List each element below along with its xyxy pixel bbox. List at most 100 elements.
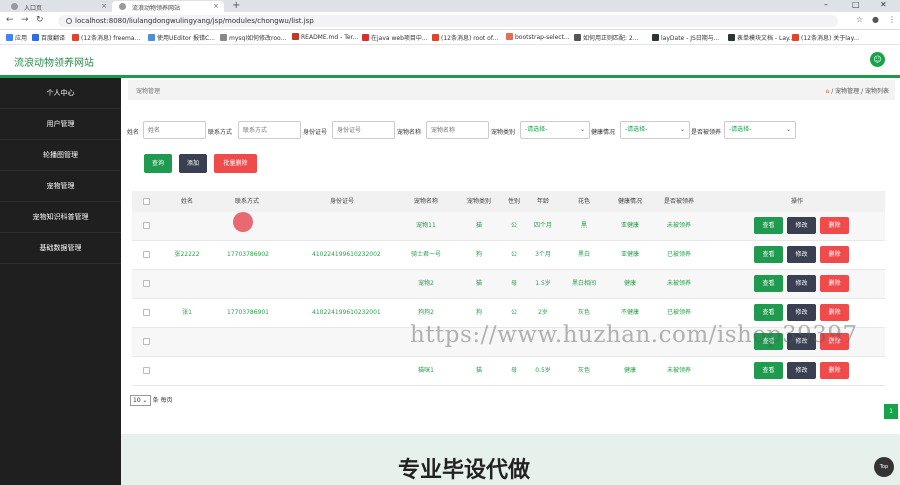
bookmark-item[interactable]: 在java web项目中... bbox=[362, 33, 428, 42]
sidebar-item-users[interactable]: 用户管理 bbox=[0, 109, 121, 140]
star-icon[interactable]: ☆ bbox=[856, 15, 863, 24]
sidebar-item-basic-data[interactable]: 基础数据管理 bbox=[0, 233, 121, 264]
bookmark-icon bbox=[72, 34, 79, 41]
sidebar-item-label: 基础数据管理 bbox=[39, 244, 82, 252]
profile-icon[interactable]: ● bbox=[872, 15, 879, 24]
view-button[interactable]: 查看 bbox=[754, 217, 783, 234]
adopted-select[interactable]: -请选择- ⌄ bbox=[724, 121, 796, 139]
delete-button[interactable]: 删除 bbox=[820, 304, 849, 321]
name-input[interactable] bbox=[143, 121, 206, 139]
bookmark-item[interactable]: 如何用正则匹配: 2... bbox=[574, 33, 638, 42]
new-tab-button[interactable]: + bbox=[232, 0, 240, 11]
edit-button[interactable]: 修改 bbox=[787, 362, 816, 379]
address-bar-row: ← → ↻ localhost:8080/liulangdongwulingya… bbox=[0, 12, 900, 30]
info-icon[interactable] bbox=[66, 18, 72, 24]
batch-delete-button[interactable]: 批量删除 bbox=[214, 154, 257, 173]
forward-icon[interactable]: → bbox=[21, 15, 29, 25]
health-select[interactable]: -请选择- ⌄ bbox=[620, 121, 690, 139]
cell-sex: 母 bbox=[510, 280, 517, 287]
bookmark-item[interactable]: 百度翻译 bbox=[32, 33, 65, 42]
sidebar-item-pets[interactable]: 宠物管理 bbox=[0, 171, 121, 202]
row-checkbox[interactable] bbox=[143, 338, 150, 345]
bookmark-icon bbox=[292, 33, 299, 40]
edit-button[interactable]: 修改 bbox=[787, 217, 816, 234]
view-button[interactable]: 查看 bbox=[754, 246, 783, 263]
sidebar-item-carousel[interactable]: 轮播图管理 bbox=[0, 140, 121, 171]
cell-pet-name: 宠物11 bbox=[416, 222, 436, 229]
view-button[interactable]: 查看 bbox=[754, 304, 783, 321]
row-checkbox[interactable] bbox=[143, 367, 150, 374]
bookmark-item[interactable]: 使用UEditor 报错C... bbox=[148, 33, 215, 42]
promo-banner: 专业毕设代做 Top bbox=[121, 434, 900, 485]
bookmark-label: (12条消息) root of... bbox=[441, 35, 499, 42]
url-field[interactable]: localhost:8080/liulangdongwulingyang/jsp… bbox=[58, 15, 838, 27]
search-button[interactable]: 查询 bbox=[144, 154, 172, 173]
edit-button[interactable]: 修改 bbox=[787, 246, 816, 263]
sidebar-item-profile[interactable]: 个人中心 bbox=[0, 78, 121, 109]
row-checkbox[interactable] bbox=[143, 309, 150, 316]
page-size-select[interactable]: 10 ⌄ bbox=[130, 395, 151, 406]
view-button[interactable]: 查看 bbox=[754, 275, 783, 292]
bookmark-item[interactable]: (12条消息) root of... bbox=[432, 33, 498, 42]
back-to-top-button[interactable]: Top bbox=[874, 457, 894, 477]
bookmark-item[interactable]: 应用 bbox=[6, 33, 27, 42]
select-value: -请选择- bbox=[625, 126, 648, 133]
adopted-label: 是否被领养 bbox=[691, 129, 722, 136]
close-window-button[interactable]: ✕ bbox=[880, 0, 887, 9]
cell-age: 四个月 bbox=[533, 222, 552, 229]
select-all-checkbox[interactable] bbox=[143, 198, 150, 205]
menu-icon[interactable]: ⋮ bbox=[888, 15, 896, 24]
idcard-label: 身份证号 bbox=[303, 129, 328, 136]
cell-adopted: 未被领养 bbox=[666, 222, 691, 229]
minimize-button[interactable]: – bbox=[824, 0, 828, 9]
close-icon[interactable]: × bbox=[213, 2, 219, 10]
close-icon[interactable]: × bbox=[101, 2, 107, 10]
delete-button[interactable]: 删除 bbox=[820, 217, 849, 234]
cell-pet-name: 骑士君一号 bbox=[410, 251, 441, 258]
row-checkbox[interactable] bbox=[143, 280, 150, 287]
back-icon[interactable]: ← bbox=[6, 15, 14, 25]
bookmark-item[interactable]: (12条消息) 关于lay... bbox=[792, 33, 859, 42]
sidebar-item-label: 宠物知识科普管理 bbox=[32, 213, 89, 221]
sidebar-item-label: 轮播图管理 bbox=[43, 151, 78, 159]
phone-input[interactable] bbox=[238, 121, 301, 139]
bookmark-item[interactable]: layDate - JS日期与... bbox=[652, 33, 720, 42]
maximize-button[interactable]: □ bbox=[852, 0, 860, 9]
main-content: 宠物管理 ⌂ / 宠物管理 / 宠物列表 姓名 联系方式 身份证号 宠物名称 宠… bbox=[121, 78, 900, 485]
sidebar-item-pet-knowledge[interactable]: 宠物知识科普管理 bbox=[0, 202, 121, 233]
bookmark-icon bbox=[792, 34, 799, 41]
user-icon[interactable]: ☺ bbox=[870, 52, 885, 67]
bookmark-item[interactable]: (12条消息) freema... bbox=[72, 33, 140, 42]
pet-name-input[interactable] bbox=[426, 121, 489, 139]
cell-name: 张1 bbox=[182, 309, 192, 316]
pet-type-select[interactable]: -请选择- ⌄ bbox=[520, 121, 590, 139]
bookmark-icon bbox=[506, 33, 513, 40]
delete-button[interactable]: 删除 bbox=[820, 362, 849, 379]
bookmark-item[interactable]: bootstrap-select... bbox=[506, 33, 570, 41]
pet-type-label: 宠物类别 bbox=[491, 129, 516, 136]
bookmark-item[interactable]: README.md - Ter... bbox=[292, 33, 358, 41]
browser-tab[interactable]: 入口页 × bbox=[4, 1, 112, 12]
pet-name-label: 宠物名称 bbox=[397, 129, 422, 136]
cell-adopted: 未被领养 bbox=[666, 280, 691, 287]
delete-button[interactable]: 删除 bbox=[820, 246, 849, 263]
table-row: 宠物2 猫 母 1.5岁 黑白相间 健康 未被领养 查看 修改 删除 bbox=[132, 270, 885, 299]
view-button[interactable]: 查看 bbox=[754, 362, 783, 379]
edit-button[interactable]: 修改 bbox=[787, 304, 816, 321]
row-checkbox[interactable] bbox=[143, 251, 150, 258]
breadcrumb-path: ⌂ / 宠物管理 / 宠物列表 bbox=[826, 86, 890, 95]
chevron-down-icon: ⌄ bbox=[679, 126, 685, 133]
idcard-input[interactable] bbox=[332, 121, 395, 139]
bookmark-item[interactable]: 表单模块文档 - Lay... bbox=[728, 33, 794, 42]
browser-tab-active[interactable]: 流浪动物领养网站 × bbox=[112, 1, 224, 12]
bookmark-item[interactable]: mysql如何修改roo... bbox=[220, 33, 286, 42]
reload-icon[interactable]: ↻ bbox=[36, 15, 44, 25]
add-button[interactable]: 添加 bbox=[179, 154, 207, 173]
home-icon[interactable]: ⌂ bbox=[826, 88, 830, 95]
row-checkbox[interactable] bbox=[143, 222, 150, 229]
bookmark-label: bootstrap-select... bbox=[515, 34, 570, 41]
delete-button[interactable]: 删除 bbox=[820, 275, 849, 292]
cell-sex: 母 bbox=[510, 367, 517, 374]
page-1-button[interactable]: 1 bbox=[884, 404, 898, 419]
edit-button[interactable]: 修改 bbox=[787, 275, 816, 292]
